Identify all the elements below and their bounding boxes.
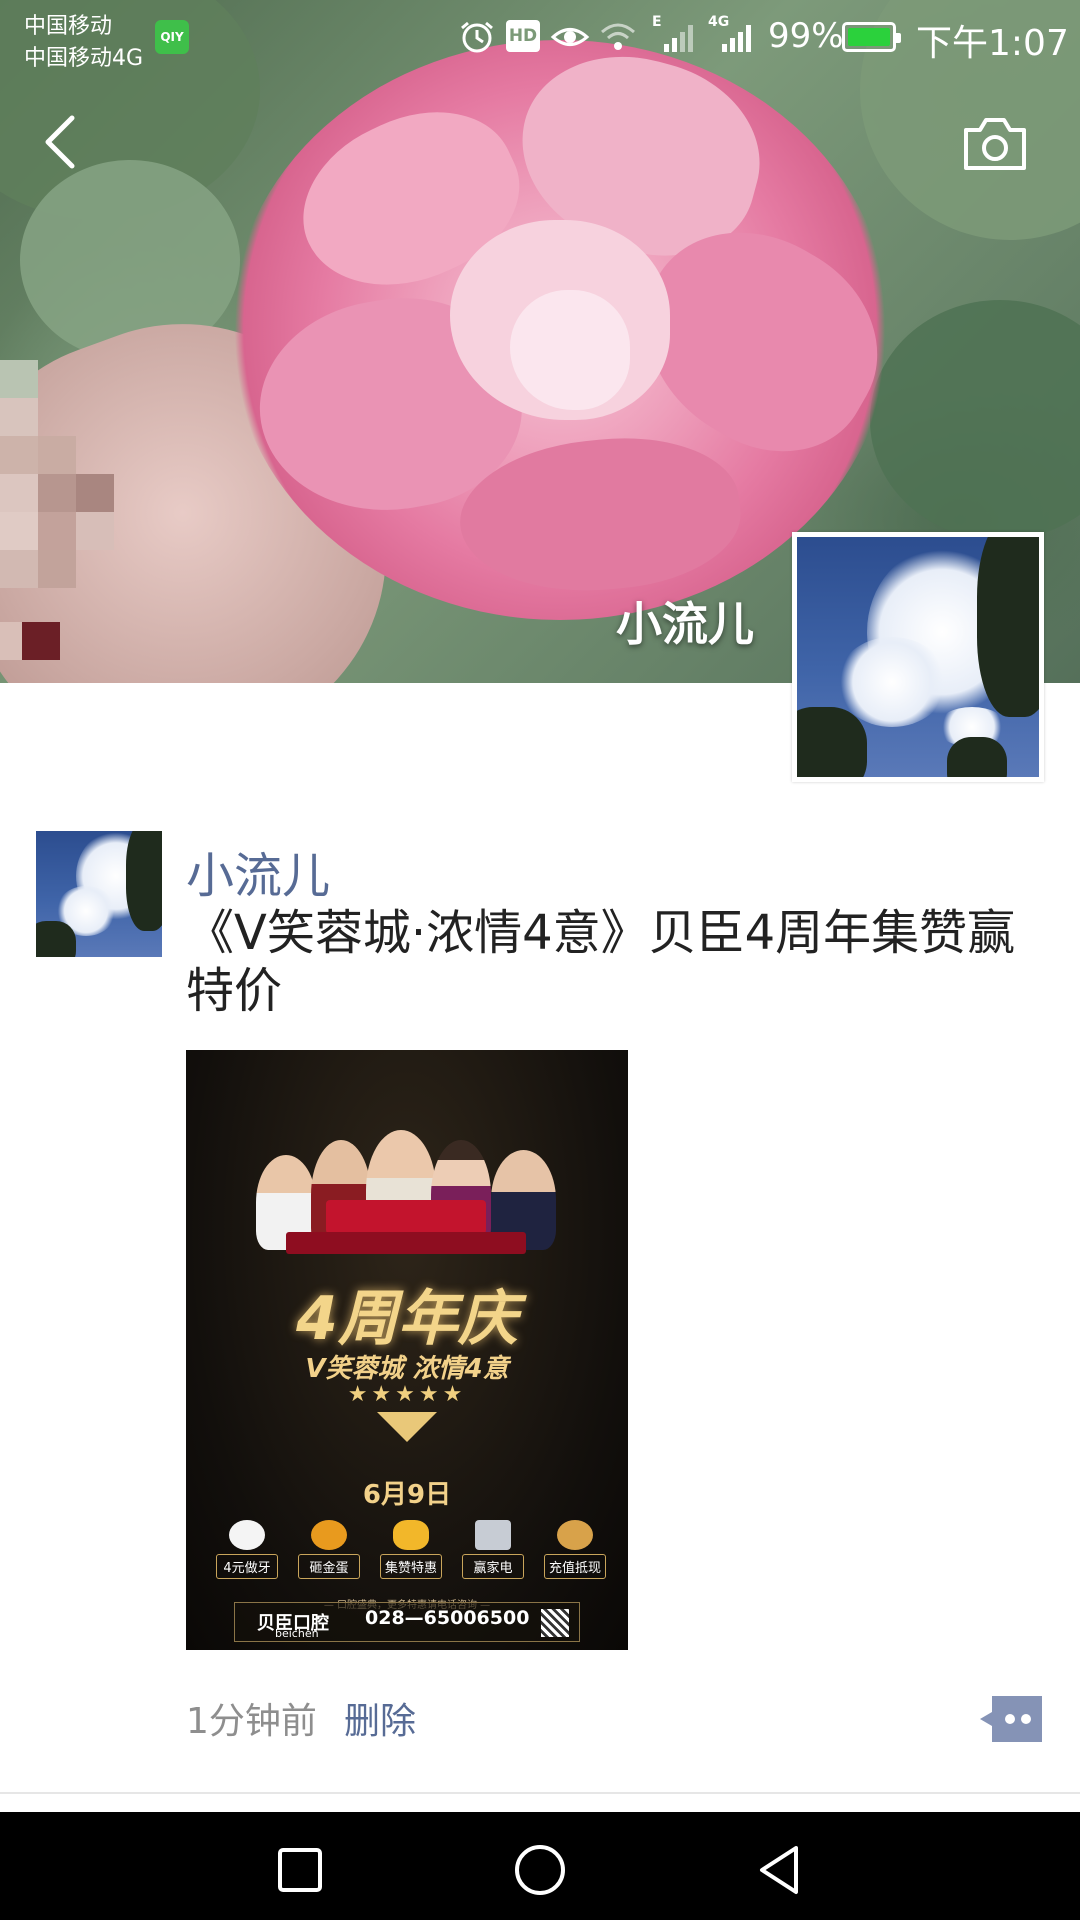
mosaic-pixel — [76, 512, 114, 550]
recent-apps-icon[interactable] — [270, 1840, 330, 1900]
battery-charging-icon — [842, 22, 901, 52]
sky-cloud-image — [797, 537, 1039, 777]
poster-v-mark — [377, 1412, 437, 1442]
status-time: 下午1:07 — [916, 23, 1069, 64]
chevron-left-icon[interactable] — [38, 112, 88, 172]
feed-divider — [0, 1792, 1080, 1794]
delete-button[interactable]: 删除 — [344, 1692, 416, 1744]
mosaic-pixel — [22, 622, 60, 660]
iqiyi-app-icon: QIY — [155, 20, 189, 54]
poster-footer: 贝臣口腔 beichen 028—65006500 — [234, 1602, 580, 1642]
poster-date: 6月9日 — [362, 1480, 452, 1510]
poster-phone: 028—65006500 — [365, 1607, 530, 1629]
poster-item: 充值抵现 — [544, 1520, 606, 1590]
leaf-shape — [870, 300, 1080, 540]
petal-shape — [510, 290, 630, 410]
post-author-name[interactable]: 小流儿 — [186, 836, 330, 906]
carrier-secondary: 中国移动4G — [24, 46, 144, 71]
hd-icon: HD — [506, 20, 540, 52]
poster-title: 4周年庆 — [296, 1284, 518, 1354]
poster-promo-items: 4元做牙 砸金蛋 集赞特惠 赢家电 充值抵现 — [216, 1520, 606, 1590]
system-navigation-bar — [0, 1812, 1080, 1920]
poster-brand-en: beichen — [275, 1627, 319, 1640]
profile-name: 小流儿 — [616, 597, 754, 651]
profile-avatar[interactable] — [792, 532, 1044, 782]
comment-more-icon[interactable] — [978, 1696, 1042, 1742]
poster-item: 赢家电 — [462, 1520, 524, 1590]
poster-stars: ★★★★★ — [347, 1382, 467, 1407]
mosaic-pixel — [38, 512, 76, 550]
poster-item: 4元做牙 — [216, 1520, 278, 1590]
alarm-icon — [461, 21, 493, 53]
money-bag-icon — [557, 1520, 593, 1550]
status-bar: 中国移动 中国移动4G QIY HD E 4G 99% 下午1:07 — [0, 0, 1080, 72]
mosaic-pixel — [0, 436, 38, 474]
moments-screen: 中国移动 中国移动4G QIY HD E 4G 99% 下午1:07 小流儿 小… — [0, 0, 1080, 1920]
home-icon[interactable] — [510, 1840, 570, 1900]
poster-banner — [326, 1200, 486, 1234]
mosaic-pixel — [38, 550, 76, 588]
mosaic-pixel — [38, 474, 76, 512]
tooth-icon — [229, 1520, 265, 1550]
sky-cloud-image — [36, 831, 162, 957]
post-timestamp: 1分钟前 — [186, 1701, 317, 1742]
mosaic-pixel — [38, 436, 76, 474]
post-poster-image[interactable]: 4周年庆 V笑蓉城 浓情4意 ★★★★★ 6月9日 4元做牙 砸金蛋 集赞特惠 … — [186, 1050, 628, 1650]
poster-subtitle: V笑蓉城 浓情4意 — [305, 1354, 509, 1384]
back-triangle-icon[interactable] — [750, 1840, 810, 1900]
post-author-avatar[interactable] — [36, 831, 162, 957]
golden-egg-icon — [311, 1520, 347, 1550]
appliance-icon — [475, 1520, 511, 1550]
mosaic-pixel — [0, 622, 22, 660]
signal-icon — [722, 25, 751, 52]
mosaic-pixel — [0, 398, 38, 436]
mosaic-pixel — [0, 512, 38, 550]
carrier-primary: 中国移动 — [24, 14, 113, 39]
mosaic-pixel — [0, 550, 38, 588]
wifi-icon — [601, 23, 635, 50]
poster-item: 砸金蛋 — [298, 1520, 360, 1590]
poster-banner-sub — [286, 1232, 526, 1254]
thumbs-up-icon — [393, 1520, 429, 1550]
eye-icon — [550, 28, 590, 46]
signal-icon — [664, 25, 693, 52]
qr-code-icon — [541, 1609, 569, 1637]
mosaic-pixel — [76, 474, 114, 512]
mosaic-pixel — [0, 474, 38, 512]
post-content-text: 《V笑蓉城·浓情4意》贝臣4周年集赞赢特价 — [186, 905, 1016, 1019]
poster-item: 集赞特惠 — [380, 1520, 442, 1590]
mosaic-pixel — [0, 360, 38, 398]
battery-percent: 99% — [768, 16, 844, 56]
camera-icon[interactable] — [962, 116, 1028, 172]
